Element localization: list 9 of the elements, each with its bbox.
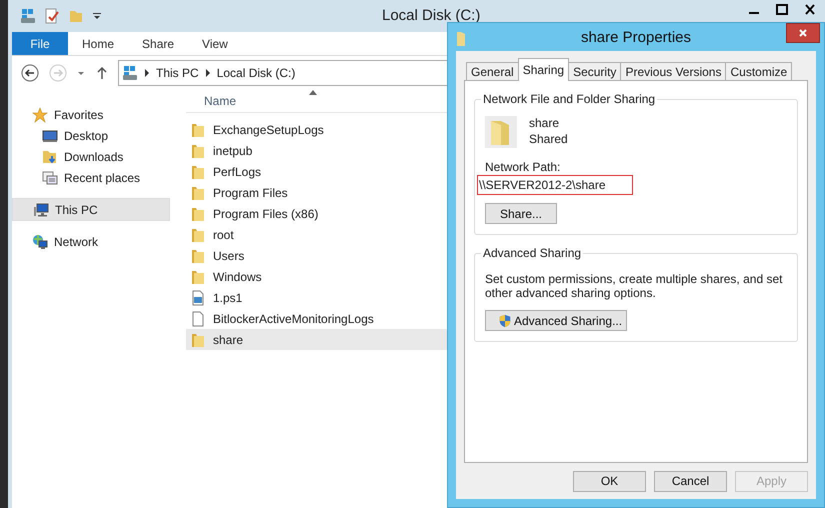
folder-name: share [529, 116, 560, 130]
field-label: Network Path: [485, 160, 560, 174]
group-title: Advanced Sharing [481, 246, 584, 260]
description-text: Set custom permissions, create multiple shares, and set other advanced sharing options. [485, 272, 784, 300]
window-title: Local Disk (C:) [382, 6, 480, 24]
dialog-title: share Properties [580, 28, 692, 46]
network-path: \\SERVER2012-2\share [477, 175, 633, 195]
group-title: Network File and Folder Sharing [481, 92, 658, 106]
share-status: Shared [529, 132, 568, 146]
